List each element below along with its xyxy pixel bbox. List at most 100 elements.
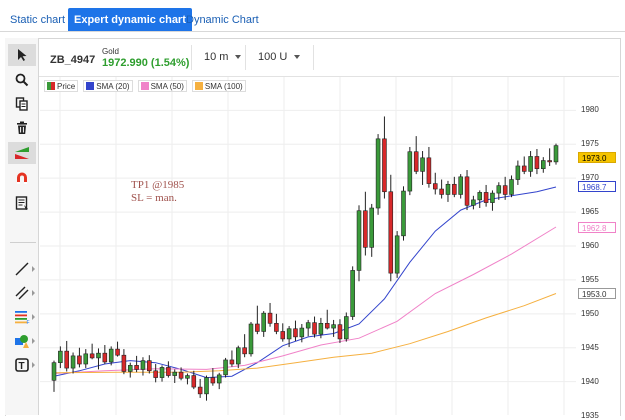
annotation-line-1: TP1 @1985 bbox=[131, 179, 185, 191]
trash-icon[interactable] bbox=[8, 117, 36, 139]
symbol-label: ZB_4947 bbox=[50, 54, 96, 66]
shapes-icon[interactable] bbox=[8, 330, 36, 352]
fibonacci-icon[interactable]: F bbox=[8, 306, 36, 328]
candle-body bbox=[401, 190, 406, 237]
candle-body bbox=[153, 370, 158, 378]
candle-body bbox=[185, 375, 190, 379]
price-tick-label: 1950 bbox=[581, 308, 599, 318]
candle-body bbox=[293, 328, 298, 338]
toolbar-separator bbox=[10, 242, 36, 243]
text-tool-icon[interactable]: T bbox=[8, 354, 36, 376]
price-tick-label: 1945 bbox=[581, 342, 599, 352]
fibonacci-caret[interactable] bbox=[32, 314, 35, 320]
candle-body bbox=[312, 322, 317, 335]
line-tool-icon[interactable] bbox=[8, 258, 36, 280]
candle-body bbox=[204, 377, 209, 395]
legend-sma20-label: SMA (20) bbox=[96, 81, 130, 91]
candle-body bbox=[426, 157, 432, 184]
candle-body bbox=[267, 312, 273, 324]
sma-line-0 bbox=[53, 186, 557, 379]
chevron-down-icon bbox=[294, 55, 301, 60]
candle-body bbox=[483, 192, 489, 203]
candle-body bbox=[382, 138, 387, 193]
candle-body bbox=[547, 160, 552, 163]
price-tag: 1962.8 bbox=[578, 221, 616, 233]
candle-body bbox=[197, 386, 203, 395]
candle-body bbox=[229, 359, 235, 365]
drawing-toolbar: F T bbox=[5, 38, 39, 415]
units-value: 100 U bbox=[258, 51, 288, 63]
candle-body bbox=[286, 328, 292, 340]
trend-indicator-icon[interactable] bbox=[8, 142, 36, 164]
magnet-icon[interactable] bbox=[8, 167, 36, 189]
candle-body bbox=[70, 355, 76, 369]
legend-price-label: Price bbox=[57, 81, 76, 91]
sma-line-1 bbox=[53, 226, 557, 374]
candle-body bbox=[274, 323, 279, 332]
chart-header: ZB_4947 Gold 1972.990 (1.54%) 10 m 100 U bbox=[39, 39, 619, 77]
legend-sma100[interactable]: SMA (100) bbox=[191, 80, 246, 92]
price-tick-label: 1940 bbox=[581, 376, 599, 386]
price-tag: 1968.7 bbox=[578, 181, 616, 193]
parallel-lines-icon[interactable] bbox=[8, 282, 36, 304]
candle-body bbox=[541, 160, 546, 169]
candle-body bbox=[471, 199, 476, 206]
zoom-icon[interactable] bbox=[8, 69, 36, 91]
candle-body bbox=[496, 185, 502, 194]
candle-body bbox=[96, 352, 101, 359]
svg-text:F: F bbox=[27, 320, 30, 324]
candle-body bbox=[553, 145, 559, 163]
svg-text:T: T bbox=[19, 361, 25, 372]
text-tool-caret[interactable] bbox=[32, 362, 35, 368]
parallel-lines-caret[interactable] bbox=[32, 290, 35, 296]
candle-body bbox=[172, 371, 178, 376]
chart-legend: Price SMA (20) SMA (50) SMA (100) bbox=[44, 80, 251, 92]
candle-body bbox=[159, 367, 165, 378]
candle-body bbox=[350, 270, 355, 317]
shapes-caret[interactable] bbox=[32, 338, 35, 344]
candle-body bbox=[534, 156, 540, 169]
tab-dynamic-chart[interactable]: Dynamic Chart bbox=[180, 9, 265, 32]
candle-body bbox=[210, 377, 216, 384]
candle-body bbox=[147, 360, 152, 372]
candle-body bbox=[121, 354, 127, 372]
candle-body bbox=[490, 192, 495, 203]
candle-body bbox=[261, 312, 266, 332]
cursor-icon[interactable] bbox=[8, 44, 36, 66]
line-tool-caret[interactable] bbox=[32, 266, 35, 272]
candle-body bbox=[363, 210, 368, 248]
legend-sma50[interactable]: SMA (50) bbox=[137, 80, 187, 92]
timeframe-dropdown[interactable]: 10 m bbox=[191, 45, 253, 70]
price-tick-label: 1965 bbox=[581, 207, 599, 217]
candle-body bbox=[216, 374, 222, 384]
candle-body bbox=[515, 165, 521, 180]
candle-body bbox=[178, 371, 184, 379]
legend-sma100-label: SMA (100) bbox=[204, 81, 243, 91]
price-tick-label: 1955 bbox=[581, 274, 599, 284]
candle-body bbox=[420, 157, 425, 172]
candle-body bbox=[242, 347, 247, 355]
report-icon[interactable] bbox=[8, 192, 36, 214]
candle-body bbox=[337, 324, 343, 340]
price-tick-label: 1980 bbox=[581, 105, 599, 115]
candle-body bbox=[528, 156, 533, 172]
candle-body bbox=[452, 183, 457, 195]
candle-body bbox=[280, 331, 286, 340]
candlestick-chart[interactable] bbox=[40, 77, 576, 415]
sma100-swatch bbox=[194, 82, 203, 90]
price-tick-label: 1935 bbox=[581, 410, 599, 420]
legend-price[interactable]: Price bbox=[44, 80, 79, 92]
tab-static-chart[interactable]: Static chart bbox=[4, 9, 71, 32]
tab-expert-dynamic-chart[interactable]: Expert dynamic chart bbox=[68, 8, 192, 32]
chart-annotation[interactable]: TP1 @1985 SL = man. bbox=[131, 179, 184, 205]
candle-body bbox=[464, 176, 470, 206]
candle-body bbox=[127, 365, 133, 372]
instrument-name: Gold bbox=[102, 47, 119, 56]
copy-icon[interactable] bbox=[8, 93, 36, 115]
candle-body bbox=[51, 362, 57, 381]
units-dropdown[interactable]: 100 U bbox=[245, 45, 313, 70]
legend-sma20[interactable]: SMA (20) bbox=[83, 80, 133, 92]
price-axis[interactable]: 1980 1975 1970 1965 1960 1955 1950 1945 1940 1935… bbox=[576, 77, 619, 420]
candle-body bbox=[407, 151, 413, 192]
candle-body bbox=[388, 191, 394, 274]
